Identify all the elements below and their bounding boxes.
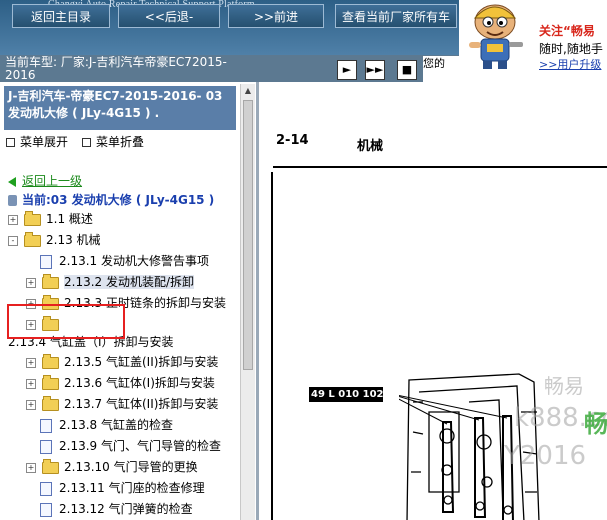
expand-icon bbox=[6, 138, 15, 147]
menu-collapse-button[interactable]: 菜单折叠 bbox=[82, 133, 144, 150]
info-text: 您的 bbox=[423, 56, 459, 82]
document-icon bbox=[40, 439, 52, 454]
watermark: 畅易 k888.co 畅 Y2016 bbox=[504, 374, 607, 471]
page-border bbox=[271, 172, 273, 520]
folder-icon bbox=[42, 353, 59, 369]
back-to-parent-link[interactable]: 返回上一级 bbox=[8, 172, 82, 189]
document-icon bbox=[40, 502, 52, 517]
menu-expand-button[interactable]: 菜单展开 bbox=[6, 133, 68, 150]
tree-leaf[interactable]: 2.13.9 气门、气门导管的检查 bbox=[40, 437, 221, 455]
collapse-minus-icon[interactable]: - bbox=[8, 235, 18, 246]
document-pane: 2-14 机械 49 L 010 102 畅易 k888.co 畅 Y2016 bbox=[259, 82, 607, 520]
expand-plus-icon[interactable]: + bbox=[26, 399, 36, 410]
mascot-image bbox=[459, 0, 531, 70]
menu-expand-label: 菜单展开 bbox=[20, 135, 69, 149]
figure-label: 49 L 010 102 bbox=[309, 387, 384, 402]
tree-item[interactable]: +2.13.6 气缸体(I)拆卸与安装 bbox=[26, 374, 215, 392]
tree-leaf[interactable]: 2.13.12 气门弹簧的检查 bbox=[40, 500, 193, 518]
tree-scrollbar[interactable]: ▲ bbox=[240, 84, 255, 520]
tree-panel: J-吉利汽车-帝豪EC7-2015-2016- 03 发动机大修 ( JLy-4… bbox=[0, 82, 256, 520]
tree-item-expanded[interactable]: -2.13 机械 bbox=[8, 231, 101, 249]
tree-item[interactable]: +2.13.7 气缸体(II)拆卸与安装 bbox=[26, 395, 218, 413]
upgrade-link[interactable]: >>用户升级 bbox=[539, 56, 601, 70]
scrollbar-thumb[interactable] bbox=[243, 100, 253, 370]
tree-leaf[interactable]: 2.13.8 气缸盖的检查 bbox=[40, 416, 173, 434]
play-icon[interactable]: ► bbox=[337, 60, 357, 80]
collapse-icon bbox=[82, 138, 91, 147]
promo-text: 随时,随地手 bbox=[539, 42, 603, 56]
page-number: 2-14 bbox=[276, 133, 309, 148]
return-main-menu-button[interactable]: 返回主目录 bbox=[12, 4, 110, 28]
folder-icon bbox=[42, 395, 59, 411]
view-all-models-button[interactable]: 查看当前厂家所有车 bbox=[335, 4, 457, 28]
expand-plus-icon[interactable]: + bbox=[26, 357, 36, 368]
tree-item-selected[interactable]: +2.13.2 发动机装配/拆卸 bbox=[26, 273, 195, 291]
tree-item[interactable]: +2.13.10 气门导管的更换 bbox=[26, 458, 198, 476]
expand-plus-icon[interactable]: + bbox=[26, 378, 36, 389]
fast-forward-icon[interactable]: ►► bbox=[365, 60, 385, 80]
open-folder-icon bbox=[24, 231, 41, 247]
current-document-label: 当前:03 发动机大修 ( JLy-4G15 ) bbox=[8, 191, 214, 208]
expand-plus-icon[interactable]: + bbox=[26, 277, 36, 288]
folder-icon bbox=[42, 458, 59, 474]
current-section-header: J-吉利汽车-帝豪EC7-2015-2016- 03 发动机大修 ( JLy-4… bbox=[4, 86, 236, 130]
document-icon bbox=[40, 481, 52, 496]
promo-panel: 关注“畅易 随时,随地手 >>用户升级 bbox=[531, 0, 607, 70]
menu-collapse-label: 菜单折叠 bbox=[96, 135, 145, 149]
back-button[interactable]: <<后退- bbox=[118, 4, 220, 28]
header-rule bbox=[273, 166, 607, 168]
current-model-label: 当前车型: 厂家:J-吉利汽车帝豪EC72015-2016 bbox=[5, 56, 227, 82]
document-icon bbox=[40, 418, 52, 433]
model-bar: 当前车型: 厂家:J-吉利汽车帝豪EC72015-2016 ► ►► ■ bbox=[0, 55, 459, 82]
highlight-annotation-box bbox=[7, 304, 125, 339]
promo-title: 关注“畅易 bbox=[539, 24, 595, 38]
tree-leaf[interactable]: 2.13.11 气门座的检查修理 bbox=[40, 479, 205, 497]
back-arrow-icon bbox=[8, 176, 16, 187]
database-icon bbox=[8, 195, 17, 206]
document-icon bbox=[40, 254, 52, 269]
folder-icon bbox=[42, 374, 59, 390]
folder-icon bbox=[24, 210, 41, 226]
expand-plus-icon[interactable]: + bbox=[26, 462, 36, 473]
scroll-up-icon[interactable]: ▲ bbox=[243, 86, 253, 96]
folder-icon bbox=[42, 273, 59, 289]
page-title: 机械 bbox=[357, 139, 384, 154]
forward-button[interactable]: >>前进 bbox=[228, 4, 324, 28]
tree-item[interactable]: +2.13.5 气缸盖(II)拆卸与安装 bbox=[26, 353, 218, 371]
expand-plus-icon[interactable]: + bbox=[8, 214, 18, 225]
tree-item[interactable]: +1.1 概述 bbox=[8, 210, 93, 228]
stop-icon[interactable]: ■ bbox=[397, 60, 417, 80]
tree-leaf[interactable]: 2.13.1 发动机大修警告事项 bbox=[40, 252, 209, 270]
